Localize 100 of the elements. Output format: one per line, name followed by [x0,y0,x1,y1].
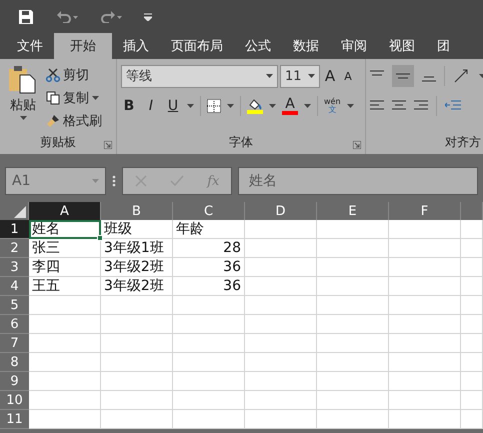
table-cell[interactable] [317,258,389,277]
brush-icon[interactable] [46,114,60,128]
ribbon-tab[interactable]: 数据 [282,33,330,59]
table-cell[interactable] [173,296,245,315]
ribbon-tab[interactable]: 插入 [112,33,160,59]
scissors-icon[interactable] [46,68,60,82]
table-cell[interactable] [101,315,173,334]
table-cell[interactable] [29,334,101,353]
table-cell[interactable] [389,220,461,239]
ribbon-tab[interactable]: 审阅 [330,33,378,59]
table-cell[interactable] [29,391,101,410]
table-cell[interactable] [173,391,245,410]
table-cell[interactable] [245,391,317,410]
italic-button[interactable]: I [143,95,159,117]
dialog-launcher-icon[interactable] [104,141,112,149]
font-name-field[interactable]: 等线 [121,64,278,88]
grow-font-button[interactable]: A [322,65,338,87]
ribbon-tab[interactable]: 公式 [234,33,282,59]
table-cell[interactable] [245,220,317,239]
table-cell[interactable] [245,372,317,391]
row-header[interactable]: 1 [0,220,29,239]
dropdown-caret-icon[interactable] [266,74,273,78]
cut-button[interactable]: 剪切 [46,64,102,85]
table-cell[interactable] [389,391,461,410]
table-cell[interactable] [245,277,317,296]
row-header[interactable]: 2 [0,239,29,258]
row-header[interactable]: 8 [0,353,29,372]
table-cell[interactable] [389,410,461,429]
table-cell[interactable] [461,315,483,334]
table-cell[interactable]: 3年级2班 [101,258,173,277]
align-left-icon[interactable] [370,100,384,112]
ribbon-tab[interactable]: 文件 [6,33,54,59]
align-right-icon[interactable] [414,100,428,112]
table-cell[interactable] [101,334,173,353]
table-cell[interactable]: 28 [173,239,245,258]
phonetic-button[interactable]: wén 文 [324,95,341,117]
table-cell[interactable] [29,410,101,429]
clipboard-icon[interactable] [8,64,38,94]
table-cell[interactable]: 年龄 [173,220,245,239]
ribbon-tab[interactable]: 视图 [378,33,426,59]
table-cell[interactable]: 36 [173,277,245,296]
table-cell[interactable] [317,410,389,429]
align-middle-icon[interactable] [392,65,414,87]
table-cell[interactable] [461,296,483,315]
dropdown-caret-icon[interactable] [227,104,234,108]
table-cell[interactable] [461,353,483,372]
dropdown-caret-icon[interactable] [304,104,311,108]
table-cell[interactable] [461,391,483,410]
dropdown-caret-icon[interactable] [20,116,26,120]
table-cell[interactable] [245,315,317,334]
table-cell[interactable] [317,391,389,410]
table-cell[interactable]: 张三 [29,239,101,258]
more-icon[interactable] [112,175,116,187]
table-cell[interactable] [317,220,389,239]
table-cell[interactable] [389,334,461,353]
fill-handle[interactable] [97,235,103,241]
dropdown-caret-icon[interactable] [269,104,276,108]
row-header[interactable]: 6 [0,315,29,334]
table-cell[interactable] [101,372,173,391]
font-size-field[interactable]: 11 [280,64,320,88]
table-cell[interactable] [101,410,173,429]
ribbon-tab[interactable]: 开始 [54,33,112,59]
ribbon-tab[interactable]: 团 [426,33,461,59]
indent-icon[interactable] [445,100,461,112]
table-cell[interactable] [461,334,483,353]
table-cell[interactable] [29,372,101,391]
table-cell[interactable] [389,239,461,258]
column-header[interactable]: A [29,202,101,220]
row-header[interactable]: 3 [0,258,29,277]
table-cell[interactable] [173,372,245,391]
bold-button[interactable]: B [121,95,137,117]
undo-icon[interactable] [56,10,78,22]
table-cell[interactable] [245,296,317,315]
copy-icon[interactable] [46,90,60,104]
paste-label[interactable]: 粘贴 [10,96,36,114]
table-cell[interactable] [461,258,483,277]
table-cell[interactable] [317,239,389,258]
table-cell[interactable] [173,353,245,372]
table-cell[interactable] [245,258,317,277]
dropdown-caret-icon[interactable] [92,96,99,100]
table-cell[interactable] [461,410,483,429]
format-painter-button[interactable]: 格式刷 [46,110,102,131]
table-cell[interactable] [245,334,317,353]
dropdown-caret-icon[interactable] [187,104,194,108]
table-cell[interactable]: 李四 [29,258,101,277]
fill-color-icon[interactable] [247,98,263,114]
table-cell[interactable] [317,353,389,372]
table-cell[interactable] [101,353,173,372]
table-cell[interactable]: 王五 [29,277,101,296]
table-cell[interactable] [317,334,389,353]
shrink-font-button[interactable]: A [340,65,356,87]
copy-button[interactable]: 复制 [46,87,102,108]
cancel-icon[interactable] [134,175,147,187]
table-cell[interactable]: 3年级1班 [101,239,173,258]
table-cell[interactable] [389,296,461,315]
table-cell[interactable]: 3年级2班 [101,277,173,296]
table-cell[interactable] [461,220,483,239]
enter-icon[interactable] [170,175,184,187]
corner-triangle-icon[interactable] [14,206,26,218]
font-color-button[interactable]: A [282,95,298,117]
